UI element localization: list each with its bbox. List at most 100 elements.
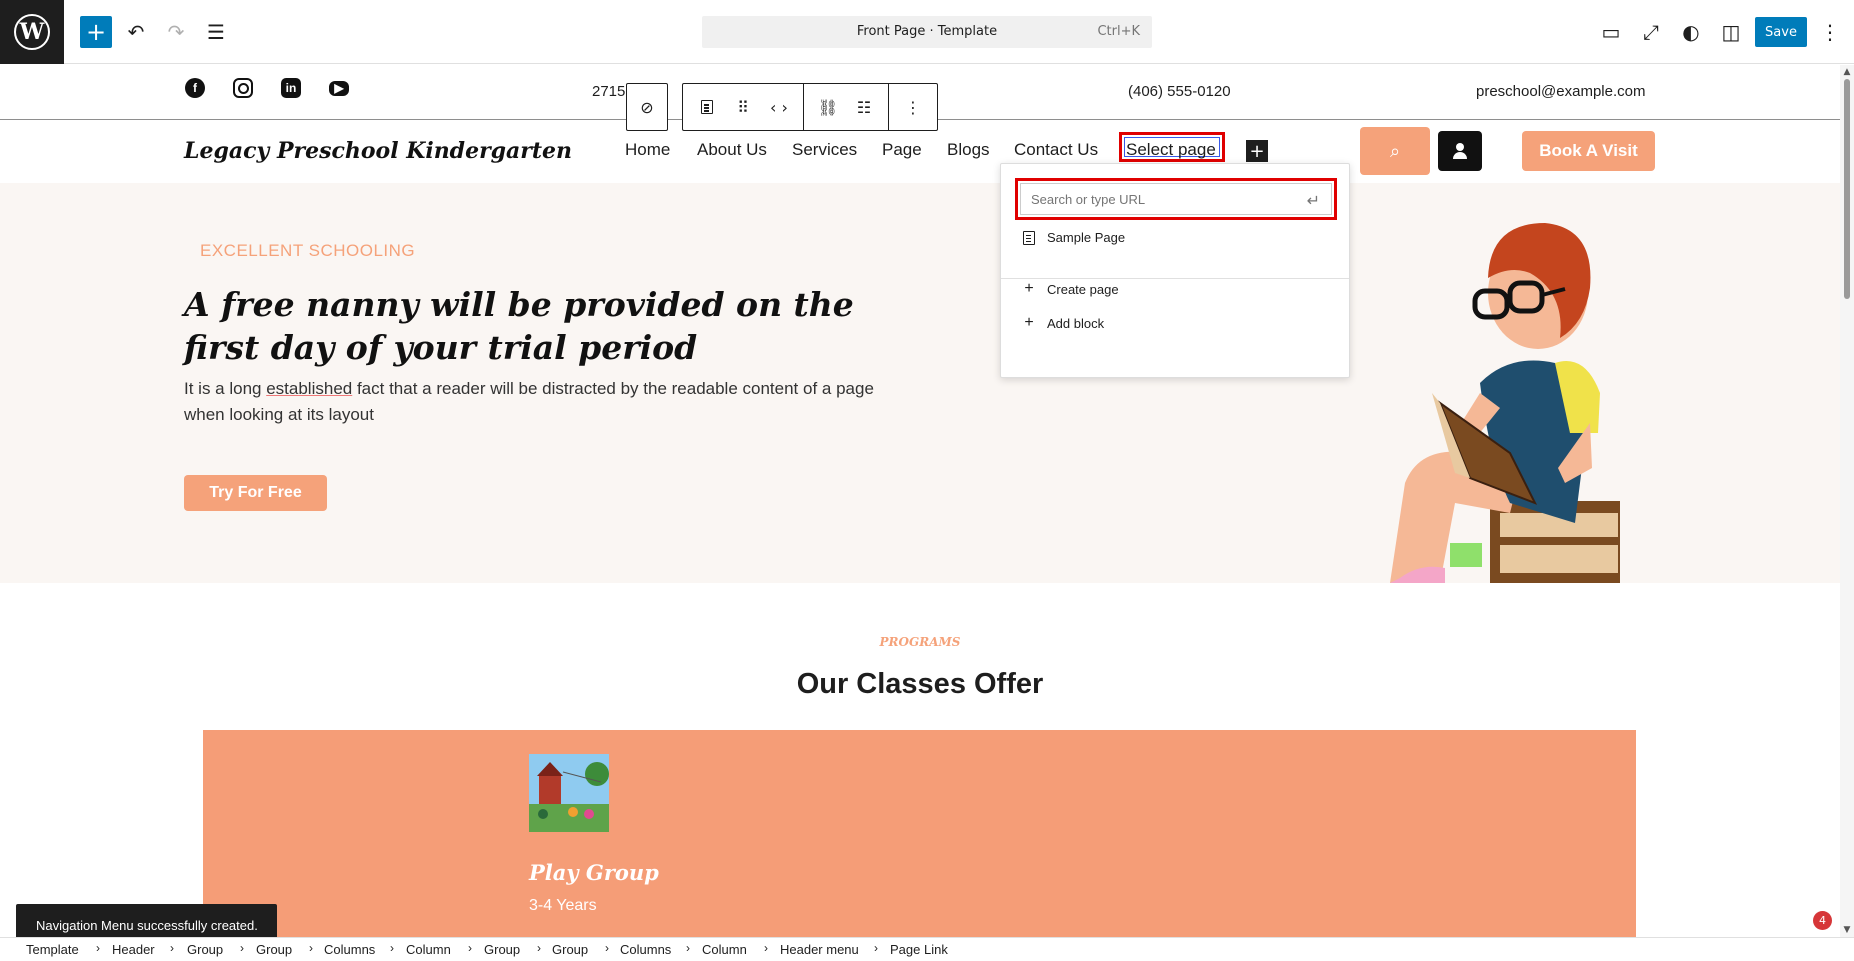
move-arrows-icon[interactable]: ‹ › (761, 84, 797, 130)
submit-enter-icon[interactable]: ↵ (1307, 191, 1320, 210)
view-button[interactable]: ▭ (1595, 16, 1627, 48)
programs-title: Our Classes Offer (796, 668, 1044, 700)
instagram-icon (233, 78, 253, 98)
page-icon (1023, 230, 1035, 245)
linkedin-link[interactable]: in (280, 77, 302, 99)
wordpress-icon: W (14, 14, 50, 50)
fullscreen-button[interactable]: ⤢ (1635, 16, 1667, 48)
redo-button[interactable]: ↷ (160, 16, 192, 48)
styles-icon: ◐ (1682, 20, 1700, 44)
scrollbar-thumb[interactable] (1844, 79, 1850, 299)
phone-text: (406) 555-0120 (1128, 83, 1231, 100)
breadcrumb-item[interactable]: Group (484, 942, 520, 957)
scroll-up-arrow[interactable]: ▲ (1842, 67, 1852, 77)
youtube-icon: ▶ (329, 80, 349, 96)
book-visit-button[interactable]: Book A Visit (1522, 131, 1655, 171)
chevron-right-icon: › (170, 941, 174, 955)
hero-title: A free nanny will be provided on the fir… (184, 285, 854, 367)
chevron-right-icon: › (874, 941, 878, 955)
breadcrumb-item[interactable]: Header (112, 942, 155, 957)
undo-button[interactable]: ↶ (120, 16, 152, 48)
wordpress-logo-button[interactable]: W (0, 0, 64, 64)
chevron-right-icon: › (764, 941, 768, 955)
url-search-input[interactable] (1020, 183, 1332, 215)
create-page-button[interactable]: + Create page (1021, 280, 1118, 298)
hero-text-start: It is a long (184, 379, 267, 398)
block-breadcrumbs: Template › Header › Group › Group › Colu… (0, 937, 1854, 961)
nav-contact-us[interactable]: Contact Us (1014, 140, 1098, 160)
popover-divider (1001, 278, 1349, 279)
breadcrumb-item[interactable]: Columns (620, 942, 671, 957)
more-vertical-icon: ⋮ (1820, 20, 1840, 44)
play-group-image (529, 754, 609, 832)
breadcrumb-item[interactable]: Column (406, 942, 451, 957)
chevron-right-icon: › (240, 941, 244, 955)
breadcrumb-item[interactable]: Group (552, 942, 588, 957)
chevron-right-icon: › (468, 941, 472, 955)
canvas-scrollbar[interactable]: ▲ ▼ (1840, 65, 1854, 937)
block-parent-selector[interactable]: ⊘ (626, 83, 668, 131)
search-button[interactable]: ⌕ (1360, 127, 1430, 175)
list-view-icon: ☰ (207, 20, 225, 44)
breadcrumb-item[interactable]: Group (187, 942, 223, 957)
nav-page[interactable]: Page (882, 140, 922, 160)
breadcrumb-item[interactable]: Group (256, 942, 292, 957)
document-bar[interactable]: Front Page · Template Ctrl+K (702, 16, 1152, 48)
add-nav-item-button[interactable]: + (1246, 140, 1268, 162)
plus-icon: + (85, 18, 107, 46)
save-button[interactable]: Save (1755, 17, 1807, 47)
settings-button[interactable]: ◫ (1715, 16, 1747, 48)
editor-canvas: f in ▶ 2715 (406) 555-0120 preschool@exa… (0, 65, 1840, 937)
nav-services[interactable]: Services (792, 140, 857, 160)
document-overview-button[interactable]: ☰ (200, 16, 232, 48)
drag-handle-icon[interactable]: ⠿ (725, 84, 761, 130)
notification-badge[interactable]: 4 (1813, 911, 1832, 930)
nav-blogs[interactable]: Blogs (947, 140, 990, 160)
facebook-link[interactable]: f (184, 77, 206, 99)
desktop-view-icon: ▭ (1601, 20, 1621, 44)
email-text: preschool@example.com (1476, 83, 1646, 100)
add-block-button[interactable]: + (80, 16, 112, 48)
instagram-link[interactable] (232, 77, 254, 99)
chevron-right-icon: › (309, 941, 313, 955)
add-block-label: Add block (1047, 315, 1105, 331)
scroll-down-arrow[interactable]: ▼ (1842, 925, 1852, 935)
redo-icon: ↷ (167, 20, 185, 44)
hero-text: It is a long established fact that a rea… (184, 376, 904, 428)
youtube-link[interactable]: ▶ (328, 77, 350, 99)
breadcrumb-item[interactable]: Columns (324, 942, 375, 957)
plus-icon: + (1024, 280, 1034, 297)
breadcrumb-item[interactable]: Column (702, 942, 747, 957)
nav-home[interactable]: Home (625, 140, 670, 160)
styles-button[interactable]: ◐ (1675, 16, 1707, 48)
address-text: 2715 (592, 83, 626, 100)
chevron-right-icon: › (537, 941, 541, 955)
nav-about-us[interactable]: About Us (697, 140, 767, 160)
search-result-sample-page[interactable]: Sample Page (1021, 230, 1125, 245)
compass-icon[interactable]: ⊘ (629, 84, 665, 130)
page-link-icon[interactable] (689, 84, 725, 130)
classes-block: Play Group 3-4 Years (203, 730, 1636, 937)
hero-text-underlined: established (266, 379, 353, 398)
breadcrumb-item-current[interactable]: Page Link (890, 942, 948, 957)
block-options-icon[interactable]: ⋮ (895, 84, 931, 130)
linkedin-icon: in (281, 78, 301, 98)
class-age: 3-4 Years (529, 897, 597, 914)
add-submenu-icon[interactable]: ☷ (846, 84, 882, 130)
breadcrumb-item[interactable]: Header menu (780, 942, 859, 957)
hero-eyebrow: EXCELLENT SCHOOLING (200, 241, 416, 260)
breadcrumb-item[interactable]: Template (26, 942, 79, 957)
site-title[interactable]: Legacy Preschool Kindergarten (184, 138, 572, 164)
link-icon[interactable]: ⛓ (810, 84, 846, 130)
account-button[interactable] (1438, 131, 1482, 171)
options-button[interactable]: ⋮ (1814, 16, 1846, 48)
chevron-right-icon: › (390, 941, 394, 955)
sidebar-icon: ◫ (1721, 20, 1741, 44)
try-for-free-button[interactable]: Try For Free (184, 475, 327, 511)
editor-top-bar: W + ↶ ↷ ☰ Front Page · Template Ctrl+K ▭… (0, 0, 1854, 64)
add-block-option[interactable]: + Add block (1021, 314, 1104, 332)
child-reading-illustration (1390, 223, 1620, 583)
nav-select-page[interactable]: Select page (1126, 140, 1216, 160)
link-control-popover: ↵ Sample Page + Create page + Add block (1000, 163, 1350, 378)
class-name: Play Group (529, 860, 659, 885)
